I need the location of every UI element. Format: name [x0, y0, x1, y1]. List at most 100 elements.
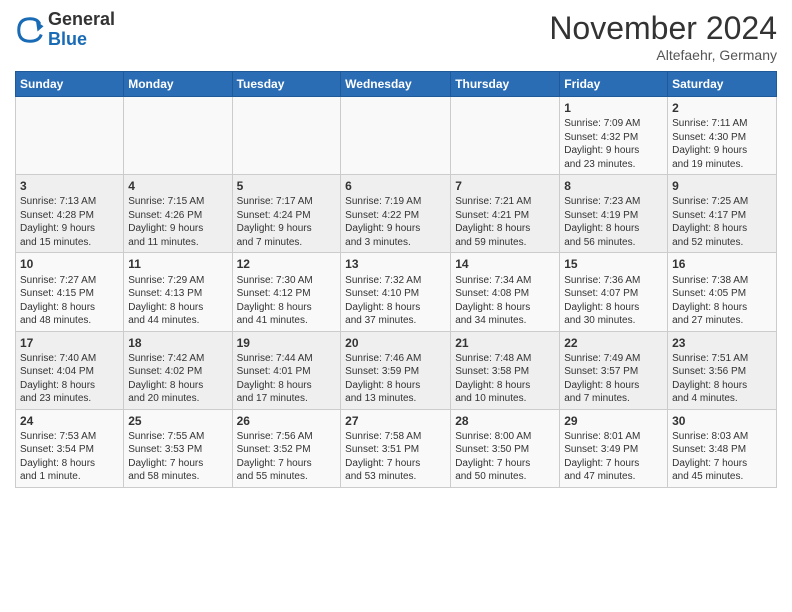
calendar-cell: 11Sunrise: 7:29 AM Sunset: 4:13 PM Dayli… [124, 253, 232, 331]
day-info: Sunrise: 7:34 AM Sunset: 4:08 PM Dayligh… [455, 274, 555, 328]
calendar-cell: 2Sunrise: 7:11 AM Sunset: 4:30 PM Daylig… [668, 97, 777, 175]
day-number: 29 [564, 413, 663, 429]
calendar-cell: 29Sunrise: 8:01 AM Sunset: 3:49 PM Dayli… [560, 409, 668, 487]
logo-icon [15, 15, 45, 45]
day-number: 19 [237, 335, 337, 351]
calendar-cell: 1Sunrise: 7:09 AM Sunset: 4:32 PM Daylig… [560, 97, 668, 175]
logo-line2: Blue [48, 30, 115, 50]
logo-text: General Blue [48, 10, 115, 50]
calendar-cell: 25Sunrise: 7:55 AM Sunset: 3:53 PM Dayli… [124, 409, 232, 487]
calendar-cell: 20Sunrise: 7:46 AM Sunset: 3:59 PM Dayli… [341, 331, 451, 409]
col-tuesday: Tuesday [232, 72, 341, 97]
day-info: Sunrise: 7:30 AM Sunset: 4:12 PM Dayligh… [237, 274, 337, 328]
calendar-cell: 13 Sunrise: 7:32 AM Sunset: 4:10 PM Dayli… [341, 253, 451, 331]
day-number: 14 [455, 256, 555, 272]
calendar-cell: 16 Sunrise: 7:38 AM Sunset: 4:05 PM Dayli… [668, 253, 777, 331]
calendar-cell: 24Sunrise: 7:53 AM Sunset: 3:54 PM Dayli… [16, 409, 124, 487]
day-number: 15 [564, 256, 663, 272]
day-info: Sunrise: 7:49 AM Sunset: 3:57 PM Dayligh… [564, 352, 663, 406]
title-block: November 2024 Altefaehr, Germany [549, 10, 777, 63]
col-saturday: Saturday [668, 72, 777, 97]
day-number: 25 [128, 413, 227, 429]
calendar-week-row: 10 Sunrise: 7:27 AM Sunset: 4:15 PM Dayli… [16, 253, 777, 331]
calendar-cell [451, 97, 560, 175]
col-wednesday: Wednesday [341, 72, 451, 97]
day-info: Sunrise: 7:36 AM Sunset: 4:07 PM Dayligh… [564, 274, 663, 328]
calendar-cell: 14 Sunrise: 7:34 AM Sunset: 4:08 PM Dayli… [451, 253, 560, 331]
day-info: Sunrise: 8:03 AM Sunset: 3:48 PM Dayligh… [672, 430, 772, 484]
day-number: 16 [672, 256, 772, 272]
calendar-cell: 10 Sunrise: 7:27 AM Sunset: 4:15 PM Dayli… [16, 253, 124, 331]
calendar-cell: 7Sunrise: 7:21 AM Sunset: 4:21 PM Daylig… [451, 175, 560, 253]
day-info: Sunrise: 7:13 AM Sunset: 4:28 PM Dayligh… [20, 195, 119, 249]
calendar-cell: 12 Sunrise: 7:30 AM Sunset: 4:12 PM Dayli… [232, 253, 341, 331]
page-container: General Blue November 2024 Altefaehr, Ge… [0, 0, 792, 498]
day-number: 10 [20, 256, 119, 272]
calendar-cell [232, 97, 341, 175]
day-number: 18 [128, 335, 227, 351]
day-number: 7 [455, 178, 555, 194]
calendar-cell: 26Sunrise: 7:56 AM Sunset: 3:52 PM Dayli… [232, 409, 341, 487]
day-info: Sunrise: 7:11 AM Sunset: 4:30 PM Dayligh… [672, 117, 772, 171]
calendar-cell: 23Sunrise: 7:51 AM Sunset: 3:56 PM Dayli… [668, 331, 777, 409]
day-info: Sunrise: 7:15 AM Sunset: 4:26 PM Dayligh… [128, 195, 227, 249]
calendar-week-row: 17Sunrise: 7:40 AM Sunset: 4:04 PM Dayli… [16, 331, 777, 409]
calendar-cell: 15 Sunrise: 7:36 AM Sunset: 4:07 PM Dayli… [560, 253, 668, 331]
col-friday: Friday [560, 72, 668, 97]
calendar-cell: 6Sunrise: 7:19 AM Sunset: 4:22 PM Daylig… [341, 175, 451, 253]
calendar-cell: 30Sunrise: 8:03 AM Sunset: 3:48 PM Dayli… [668, 409, 777, 487]
day-number: 9 [672, 178, 772, 194]
day-info: Sunrise: 7:19 AM Sunset: 4:22 PM Dayligh… [345, 195, 446, 249]
day-info: Sunrise: 7:32 AM Sunset: 4:10 PM Dayligh… [345, 274, 446, 328]
day-number: 30 [672, 413, 772, 429]
day-number: 3 [20, 178, 119, 194]
col-thursday: Thursday [451, 72, 560, 97]
day-number: 17 [20, 335, 119, 351]
day-number: 13 [345, 256, 446, 272]
calendar-cell: 27Sunrise: 7:58 AM Sunset: 3:51 PM Dayli… [341, 409, 451, 487]
day-number: 28 [455, 413, 555, 429]
calendar-cell: 28Sunrise: 8:00 AM Sunset: 3:50 PM Dayli… [451, 409, 560, 487]
day-number: 1 [564, 100, 663, 116]
day-info: Sunrise: 7:09 AM Sunset: 4:32 PM Dayligh… [564, 117, 663, 171]
day-number: 12 [237, 256, 337, 272]
day-info: Sunrise: 7:58 AM Sunset: 3:51 PM Dayligh… [345, 430, 446, 484]
calendar-table: Sunday Monday Tuesday Wednesday Thursday… [15, 71, 777, 488]
calendar-cell: 4Sunrise: 7:15 AM Sunset: 4:26 PM Daylig… [124, 175, 232, 253]
day-info: Sunrise: 7:17 AM Sunset: 4:24 PM Dayligh… [237, 195, 337, 249]
header-row: Sunday Monday Tuesday Wednesday Thursday… [16, 72, 777, 97]
day-info: Sunrise: 7:56 AM Sunset: 3:52 PM Dayligh… [237, 430, 337, 484]
day-number: 2 [672, 100, 772, 116]
day-info: Sunrise: 7:51 AM Sunset: 3:56 PM Dayligh… [672, 352, 772, 406]
page-header: General Blue November 2024 Altefaehr, Ge… [15, 10, 777, 63]
day-info: Sunrise: 7:38 AM Sunset: 4:05 PM Dayligh… [672, 274, 772, 328]
calendar-cell [16, 97, 124, 175]
calendar-cell: 3Sunrise: 7:13 AM Sunset: 4:28 PM Daylig… [16, 175, 124, 253]
month-title: November 2024 [549, 10, 777, 47]
calendar-cell [124, 97, 232, 175]
calendar-cell: 8Sunrise: 7:23 AM Sunset: 4:19 PM Daylig… [560, 175, 668, 253]
day-number: 4 [128, 178, 227, 194]
calendar-cell [341, 97, 451, 175]
col-sunday: Sunday [16, 72, 124, 97]
calendar-cell: 18Sunrise: 7:42 AM Sunset: 4:02 PM Dayli… [124, 331, 232, 409]
day-number: 26 [237, 413, 337, 429]
calendar-body: 1Sunrise: 7:09 AM Sunset: 4:32 PM Daylig… [16, 97, 777, 488]
calendar-cell: 19Sunrise: 7:44 AM Sunset: 4:01 PM Dayli… [232, 331, 341, 409]
calendar-cell: 9Sunrise: 7:25 AM Sunset: 4:17 PM Daylig… [668, 175, 777, 253]
col-monday: Monday [124, 72, 232, 97]
day-number: 11 [128, 256, 227, 272]
day-number: 6 [345, 178, 446, 194]
calendar-cell: 17Sunrise: 7:40 AM Sunset: 4:04 PM Dayli… [16, 331, 124, 409]
day-info: Sunrise: 8:01 AM Sunset: 3:49 PM Dayligh… [564, 430, 663, 484]
day-number: 20 [345, 335, 446, 351]
logo-line1: General [48, 10, 115, 30]
day-number: 22 [564, 335, 663, 351]
day-info: Sunrise: 7:27 AM Sunset: 4:15 PM Dayligh… [20, 274, 119, 328]
calendar-week-row: 24Sunrise: 7:53 AM Sunset: 3:54 PM Dayli… [16, 409, 777, 487]
calendar-week-row: 1Sunrise: 7:09 AM Sunset: 4:32 PM Daylig… [16, 97, 777, 175]
day-number: 21 [455, 335, 555, 351]
day-number: 8 [564, 178, 663, 194]
day-number: 27 [345, 413, 446, 429]
calendar-cell: 22Sunrise: 7:49 AM Sunset: 3:57 PM Dayli… [560, 331, 668, 409]
